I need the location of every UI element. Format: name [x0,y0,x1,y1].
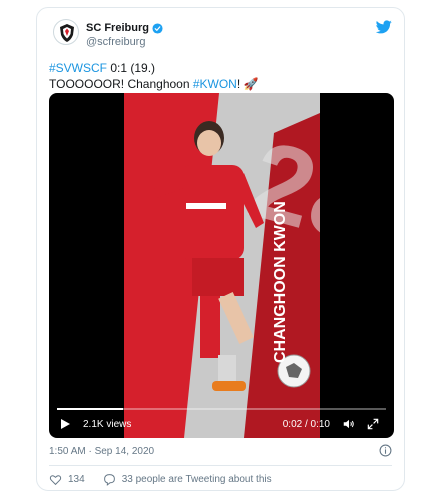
video-time: 0:02 / 0:10 [282,419,330,430]
tweet-text-line-1: #SVWSCF 0:1 (19.) [49,60,258,76]
tweet-card: SC Freiburg @scfreiburg #SVWSCF 0:1 (19.… [36,7,405,491]
tweet-actions: 134 33 people are Tweeting about this [49,473,272,486]
view-count: 2.1K views [83,419,132,430]
info-icon[interactable] [379,444,392,457]
speech-bubble-icon[interactable] [103,473,116,486]
divider [49,465,392,466]
handle[interactable]: @scfreiburg [86,36,145,48]
display-name[interactable]: SC Freiburg [86,22,149,34]
goal-text: TOOOOOOR! Changhoon [49,77,193,91]
tweet-header: SC Freiburg @scfreiburg [49,16,392,52]
heart-icon[interactable] [49,473,62,486]
expand-icon[interactable] [366,417,380,431]
twitter-bird-icon[interactable] [376,20,392,34]
tweeting-about-text[interactable]: 33 people are Tweeting about this [122,474,272,485]
score-text: 0:1 (19.) [107,61,156,75]
volume-icon[interactable] [342,417,356,431]
tweet-timestamp[interactable]: 1:50 AM · Sep 14, 2020 [49,446,154,457]
video-controls: 2.1K views 0:02 / 0:10 [49,408,394,438]
avatar[interactable] [53,19,79,45]
hashtag-link[interactable]: #KWON [193,77,237,91]
video-player[interactable]: 28 CHANGHOON KWON 2.1K views 0:02 / 0:10 [49,93,394,438]
play-icon[interactable] [59,418,71,430]
like-count[interactable]: 134 [68,474,85,485]
club-crest-icon [60,24,74,42]
verified-badge-icon [152,22,163,34]
video-progress-fill [57,408,123,410]
player-photo: 28 [124,93,320,438]
hashtag-link[interactable]: #SVWSCF [49,61,107,75]
overlay-name-text: CHANGHOON KWON [272,201,289,363]
rocket-emoji: ! 🚀 [236,77,259,91]
tweet-text: #SVWSCF 0:1 (19.) TOOOOOOR! Changhoon #K… [49,60,258,92]
video-progress-bar[interactable] [57,408,386,410]
tweet-text-line-2: TOOOOOOR! Changhoon #KWON! 🚀 [49,76,258,92]
video-frame[interactable]: 28 CHANGHOON KWON [124,93,320,438]
